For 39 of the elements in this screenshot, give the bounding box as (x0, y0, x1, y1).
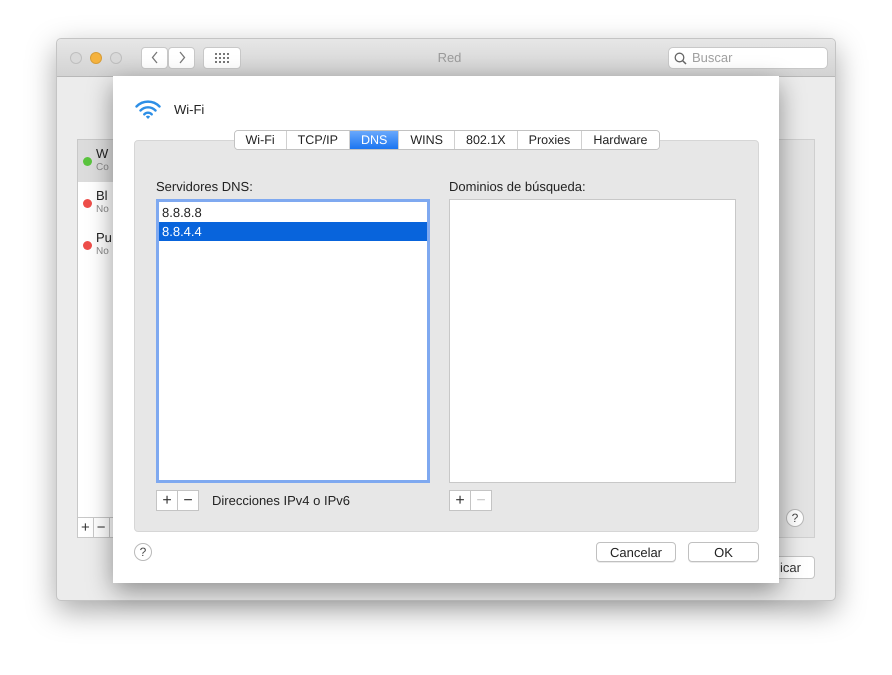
window-title: Red (436, 50, 462, 65)
network-item[interactable]: Bl No (78, 182, 113, 224)
dns-server-row[interactable]: 8.8.4.4 (159, 222, 427, 241)
remove-button[interactable]: − (177, 490, 199, 511)
dns-server-list[interactable]: 8.8.8.8 8.8.4.4 (156, 199, 430, 483)
search-domains-label: Dominios de búsqueda: (449, 179, 587, 194)
apply-button[interactable]: icar (779, 556, 815, 579)
show-all-button[interactable] (203, 46, 241, 68)
dns-servers-label: Servidores DNS: (156, 179, 254, 194)
dns-server-row[interactable]: 8.8.8.8 (159, 203, 427, 222)
wifi-icon (135, 98, 161, 120)
tab[interactable]: Wi-Fi (234, 131, 287, 149)
network-item[interactable]: W Co (78, 140, 113, 182)
chevron-left-icon (150, 51, 158, 64)
search-icon (674, 52, 687, 64)
zoom-icon[interactable] (110, 52, 122, 64)
ok-button[interactable]: OK (688, 542, 759, 562)
help-button[interactable]: ? (134, 543, 152, 561)
network-name: Pu (96, 231, 112, 245)
add-button[interactable]: + (156, 490, 178, 511)
network-status: Co (96, 161, 109, 175)
network-name: W (96, 147, 109, 161)
back-button[interactable] (141, 46, 168, 68)
network-item[interactable]: Pu No (78, 224, 113, 266)
forward-button[interactable] (168, 46, 195, 68)
minimize-icon[interactable] (90, 52, 102, 64)
network-status: No (96, 245, 110, 259)
address-hint: Direcciones IPv4 o IPv6 (212, 493, 350, 508)
help-button[interactable]: ? (786, 509, 804, 527)
network-status: No (96, 203, 109, 217)
interface-title: Wi-Fi (174, 102, 204, 116)
cancel-button[interactable]: Cancelar (596, 542, 676, 562)
network-name: Bl (96, 189, 109, 203)
close-icon[interactable] (70, 52, 82, 64)
search-domain-list[interactable] (449, 199, 736, 483)
chevron-right-icon (178, 51, 186, 64)
search-field[interactable]: Buscar (668, 46, 828, 68)
grid-icon (215, 52, 229, 62)
add-button[interactable]: + (449, 490, 471, 511)
